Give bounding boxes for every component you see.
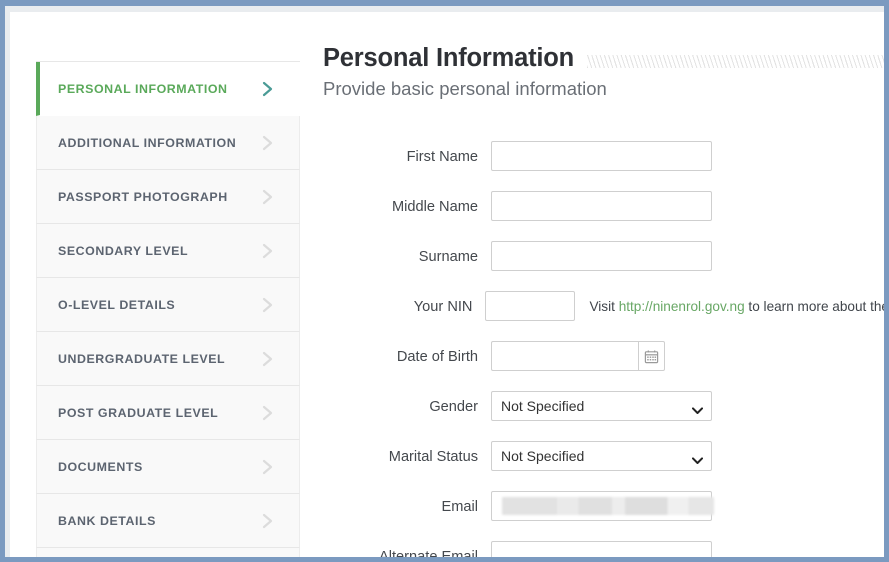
email-redaction-overlay (502, 497, 714, 515)
sidebar-item-additional-information[interactable]: ADDITIONAL INFORMATION (36, 116, 300, 170)
sidebar-item-label: UNDERGRADUATE LEVEL (58, 351, 226, 366)
sidebar-item-label: PERSONAL INFORMATION (58, 81, 228, 96)
sidebar-item-secondary-level[interactable]: SECONDARY LEVEL (36, 224, 300, 278)
sidebar-item-undergraduate-level[interactable]: UNDERGRADUATE LEVEL (36, 332, 300, 386)
first-name-input[interactable] (491, 141, 712, 171)
chevron-right-icon (261, 295, 275, 315)
page-canvas: PERSONAL INFORMATION ADDITIONAL INFORMAT… (10, 12, 889, 562)
form-row-nin: Your NIN Visit http://ninenrol.gov.ng to… (323, 291, 889, 341)
alternate-email-label: Alternate Email (379, 549, 478, 562)
sidebar-item-label: O-LEVEL DETAILS (58, 297, 176, 312)
marital-status-select[interactable]: Not Specified (491, 441, 712, 471)
sidebar-item-bank-details[interactable]: BANK DETAILS (36, 494, 300, 548)
chevron-right-icon (261, 241, 275, 261)
email-label: Email (441, 499, 479, 515)
form-row-marital-status: Marital Status Not Specified (323, 441, 884, 491)
title-hatch-decoration (587, 54, 884, 68)
sidebar-item-label: DOCUMENTS (58, 459, 143, 474)
main-content-panel: Personal Information Provide basic perso… (323, 22, 889, 562)
chevron-right-icon (261, 403, 275, 423)
sidebar-item-passport-photograph[interactable]: PASSPORT PHOTOGRAPH (36, 170, 300, 224)
nin-label: Your NIN (413, 299, 473, 315)
surname-input[interactable] (491, 241, 712, 271)
calendar-icon[interactable] (638, 341, 665, 371)
sidebar-item-label: SECONDARY LEVEL (58, 243, 189, 258)
sidebar-item-partial-next[interactable] (36, 548, 300, 557)
nin-hint-text: Visit http://ninenrol.gov.ng to learn mo… (589, 291, 889, 323)
nin-hint-prefix: Visit (589, 299, 619, 314)
gender-select-wrapper: Not Specified (491, 391, 712, 421)
first-name-label: First Name (406, 149, 478, 165)
sidebar-item-label: ADDITIONAL INFORMATION (58, 135, 237, 150)
browser-window-frame: PERSONAL INFORMATION ADDITIONAL INFORMAT… (0, 0, 889, 562)
form-row-middle-name: Middle Name (323, 191, 884, 241)
form-row-date-of-birth: Date of Birth (323, 341, 884, 391)
date-of-birth-input-group (491, 341, 665, 371)
date-of-birth-input[interactable] (491, 341, 638, 371)
sidebar-item-o-level-details[interactable]: O-LEVEL DETAILS (36, 278, 300, 332)
form-row-first-name: First Name (323, 141, 884, 191)
form-row-alternate-email: Alternate Email (323, 541, 884, 562)
sidebar-item-label: BANK DETAILS (58, 513, 156, 528)
marital-status-label: Marital Status (388, 449, 478, 465)
page-title: Personal Information (323, 43, 575, 72)
gender-select[interactable]: Not Specified (491, 391, 712, 421)
personal-information-form: First Name Middle Name Surname Your NIN (323, 141, 889, 562)
form-row-email: Email (323, 491, 884, 541)
date-of-birth-label: Date of Birth (396, 349, 478, 365)
surname-label: Surname (418, 249, 478, 265)
chevron-right-icon (261, 133, 275, 153)
middle-name-label: Middle Name (392, 199, 478, 215)
nin-input[interactable] (485, 291, 576, 321)
nin-hint-suffix: to learn more about the (744, 299, 889, 314)
form-row-surname: Surname (323, 241, 884, 291)
sidebar-item-label: PASSPORT PHOTOGRAPH (58, 189, 228, 204)
sidebar-item-label: POST GRADUATE LEVEL (58, 405, 219, 420)
nin-enrolment-link[interactable]: http://ninenrol.gov.ng (619, 299, 745, 314)
page-subtitle: Provide basic personal information (323, 78, 607, 99)
chevron-right-icon (261, 457, 275, 477)
section-navigation-sidebar: PERSONAL INFORMATION ADDITIONAL INFORMAT… (36, 22, 300, 557)
alternate-email-input[interactable] (491, 541, 712, 557)
chevron-right-icon (261, 79, 275, 99)
sidebar-top-spacer (36, 22, 300, 62)
page-title-row: Personal Information (323, 42, 884, 74)
chevron-right-icon (261, 349, 275, 369)
form-row-gender: Gender Not Specified (323, 391, 884, 441)
gender-label: Gender (429, 399, 478, 415)
sidebar-item-post-graduate-level[interactable]: POST GRADUATE LEVEL (36, 386, 300, 440)
sidebar-item-documents[interactable]: DOCUMENTS (36, 440, 300, 494)
sidebar-item-personal-information[interactable]: PERSONAL INFORMATION (36, 62, 300, 116)
chevron-right-icon (261, 187, 275, 207)
chevron-right-icon (261, 511, 275, 531)
email-input-wrapper (491, 491, 714, 521)
marital-status-select-wrapper: Not Specified (491, 441, 712, 471)
middle-name-input[interactable] (491, 191, 712, 221)
